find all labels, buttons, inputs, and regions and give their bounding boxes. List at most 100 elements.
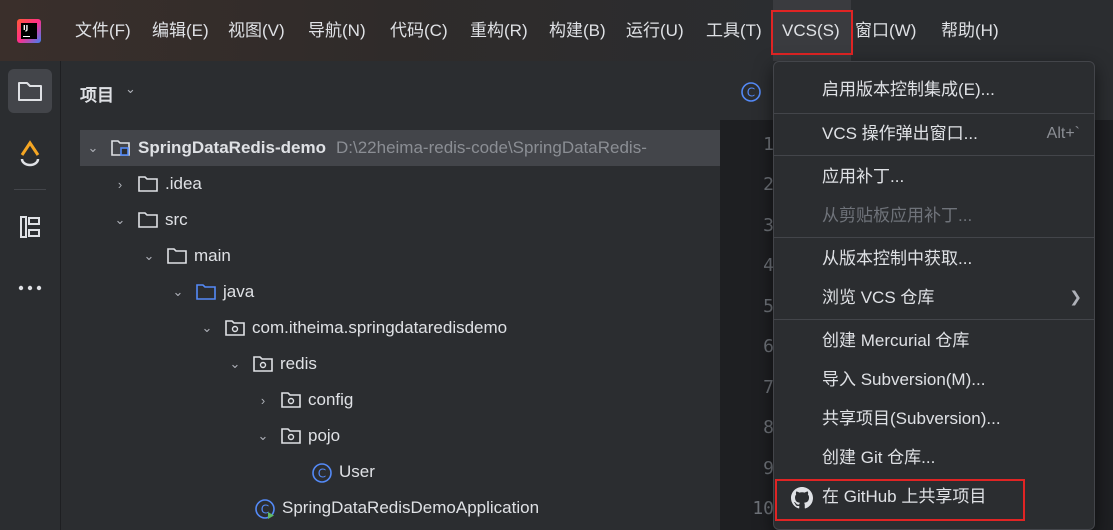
line-number: 9 [763,458,774,479]
menu-item-label: 浏览 VCS 仓库 [822,288,935,307]
tree-node-label: pojo [308,426,341,445]
menu-item-shortcut: Alt+` [1046,125,1080,142]
module-folder-icon [110,138,132,158]
chevron-down-icon[interactable]: ⌄ [169,284,187,300]
class-icon[interactable]: C [740,81,762,108]
line-number: 2 [763,174,774,195]
line-number: 6 [763,336,774,357]
line-number: 4 [763,255,774,276]
menu-run[interactable]: 运行(U) [626,0,684,61]
menu-item-vcs-popup[interactable]: VCS 操作弹出窗口... Alt+` [774,116,1094,152]
source-folder-icon [195,282,217,302]
expand-arrow-icon[interactable]: ⌄ [84,140,102,156]
menu-view[interactable]: 视图(V) [228,0,285,61]
line-number: 7 [763,377,774,398]
menu-item-label: VCS 操作弹出窗口... [822,124,978,143]
tree-node-pojo[interactable]: ⌄ pojo [254,418,341,454]
tree-node-label: .idea [165,174,202,193]
package-icon [280,390,302,410]
tree-node-java[interactable]: ⌄ java [169,274,255,310]
tree-node-config[interactable]: › config [254,382,354,418]
tree-node-path: D:\22heima-redis-code\SpringDataRedis- [335,138,647,157]
svg-text:C: C [747,86,755,100]
menu-file[interactable]: 文件(F) [75,0,131,61]
project-folder-icon[interactable] [8,69,52,113]
chevron-right-icon[interactable]: › [111,177,129,192]
package-icon [224,318,246,338]
tree-node-label: config [308,390,354,409]
chevron-down-icon[interactable]: ⌄ [226,356,244,372]
learn-icon[interactable] [8,129,52,173]
menu-bar: IJ 文件(F) 编辑(E) 视图(V) 导航(N) 代码(C) 重构(R) 构… [0,0,1113,61]
menu-divider [774,319,1094,320]
package-icon [280,426,302,446]
intellij-logo-icon[interactable]: IJ [17,19,41,43]
more-tools-icon[interactable] [8,266,52,310]
structure-icon[interactable] [8,205,52,249]
tree-node-label: SpringDataRedisDemoApplication [282,498,540,517]
tree-node-label: java [223,282,255,301]
menu-help[interactable]: 帮助(H) [941,0,999,61]
tree-node-label: SpringDataRedis-demo [138,138,326,157]
tree-node-root[interactable]: ⌄ SpringDataRedis-demo D:\22heima-redis-… [80,130,720,166]
menu-divider [774,113,1094,114]
class-icon: C [311,462,333,483]
folder-icon [137,210,159,230]
line-number: 3 [763,215,774,236]
line-number: 10 [752,498,774,519]
menu-item-enable-vcs[interactable]: 启用版本控制集成(E)... [774,72,1094,108]
menu-tools[interactable]: 工具(T) [706,0,762,61]
menu-code[interactable]: 代码(C) [390,0,448,61]
menu-divider [774,155,1094,156]
tree-node-label: main [194,246,231,265]
tree-node-label: com.itheima.springdataredisdemo [252,318,508,337]
tree-node-main[interactable]: ⌄ main [140,238,231,274]
line-number: 1 [763,134,774,155]
project-panel: 项目 ⌄ ⌄ SpringDataRedis-demo D:\22heima-r… [61,61,720,530]
chevron-down-icon[interactable]: ⌄ [111,212,129,228]
chevron-right-icon[interactable]: › [254,393,272,408]
menu-edit[interactable]: 编辑(E) [152,0,209,61]
folder-icon [166,246,188,266]
tree-node-package[interactable]: ⌄ com.itheima.springdataredisdemo [198,310,508,346]
line-number: 8 [763,417,774,438]
spring-boot-class-icon: C [254,498,276,519]
menu-item-create-git[interactable]: 创建 Git 仓库... [774,440,1094,476]
folder-icon [137,174,159,194]
line-number: 5 [763,296,774,317]
menu-divider [774,237,1094,238]
menu-navigate[interactable]: 导航(N) [308,0,366,61]
tree-node-idea[interactable]: › .idea [111,166,202,202]
menu-item-apply-patch[interactable]: 应用补丁... [774,159,1094,195]
menu-window[interactable]: 窗口(W) [855,0,916,61]
tree-node-label: User [339,462,375,481]
tree-node-src[interactable]: ⌄ src [111,202,188,238]
tree-node-redis[interactable]: ⌄ redis [226,346,317,382]
svg-text:C: C [318,467,326,481]
github-highlight-box [775,479,1025,521]
chevron-down-icon[interactable]: ⌄ [140,248,158,264]
chevron-right-icon: ❯ [1069,289,1082,306]
tree-node-label: src [165,210,188,229]
tree-node-label: redis [280,354,317,373]
menu-item-import-subversion[interactable]: 导入 Subversion(M)... [774,362,1094,398]
package-icon [252,354,274,374]
menu-item-browse-vcs-repo[interactable]: 浏览 VCS 仓库 ❯ [774,280,1094,316]
menu-item-get-from-vcs[interactable]: 从版本控制中获取... [774,241,1094,277]
toolstrip-divider [14,189,46,190]
tree-node-user[interactable]: C User [311,454,375,490]
svg-text:C: C [261,503,269,517]
menu-item-apply-patch-clipboard: 从剪贴板应用补丁... [822,206,973,225]
menu-item-share-subversion[interactable]: 共享项目(Subversion)... [774,401,1094,437]
menu-item-create-mercurial[interactable]: 创建 Mercurial 仓库 [774,323,1094,359]
menu-build[interactable]: 构建(B) [549,0,606,61]
vcs-highlight-box [771,10,853,55]
vcs-dropdown-menu: 启用版本控制集成(E)... VCS 操作弹出窗口... Alt+` 应用补丁.… [773,61,1095,530]
project-panel-title[interactable]: 项目 [80,81,114,106]
chevron-down-icon[interactable]: ⌄ [254,428,272,444]
tool-window-strip [0,61,61,530]
menu-refactor[interactable]: 重构(R) [470,0,528,61]
chevron-down-icon[interactable]: ⌄ [198,320,216,336]
tree-node-application[interactable]: C SpringDataRedisDemoApplication [254,490,539,526]
chevron-down-icon[interactable]: ⌄ [125,81,136,97]
